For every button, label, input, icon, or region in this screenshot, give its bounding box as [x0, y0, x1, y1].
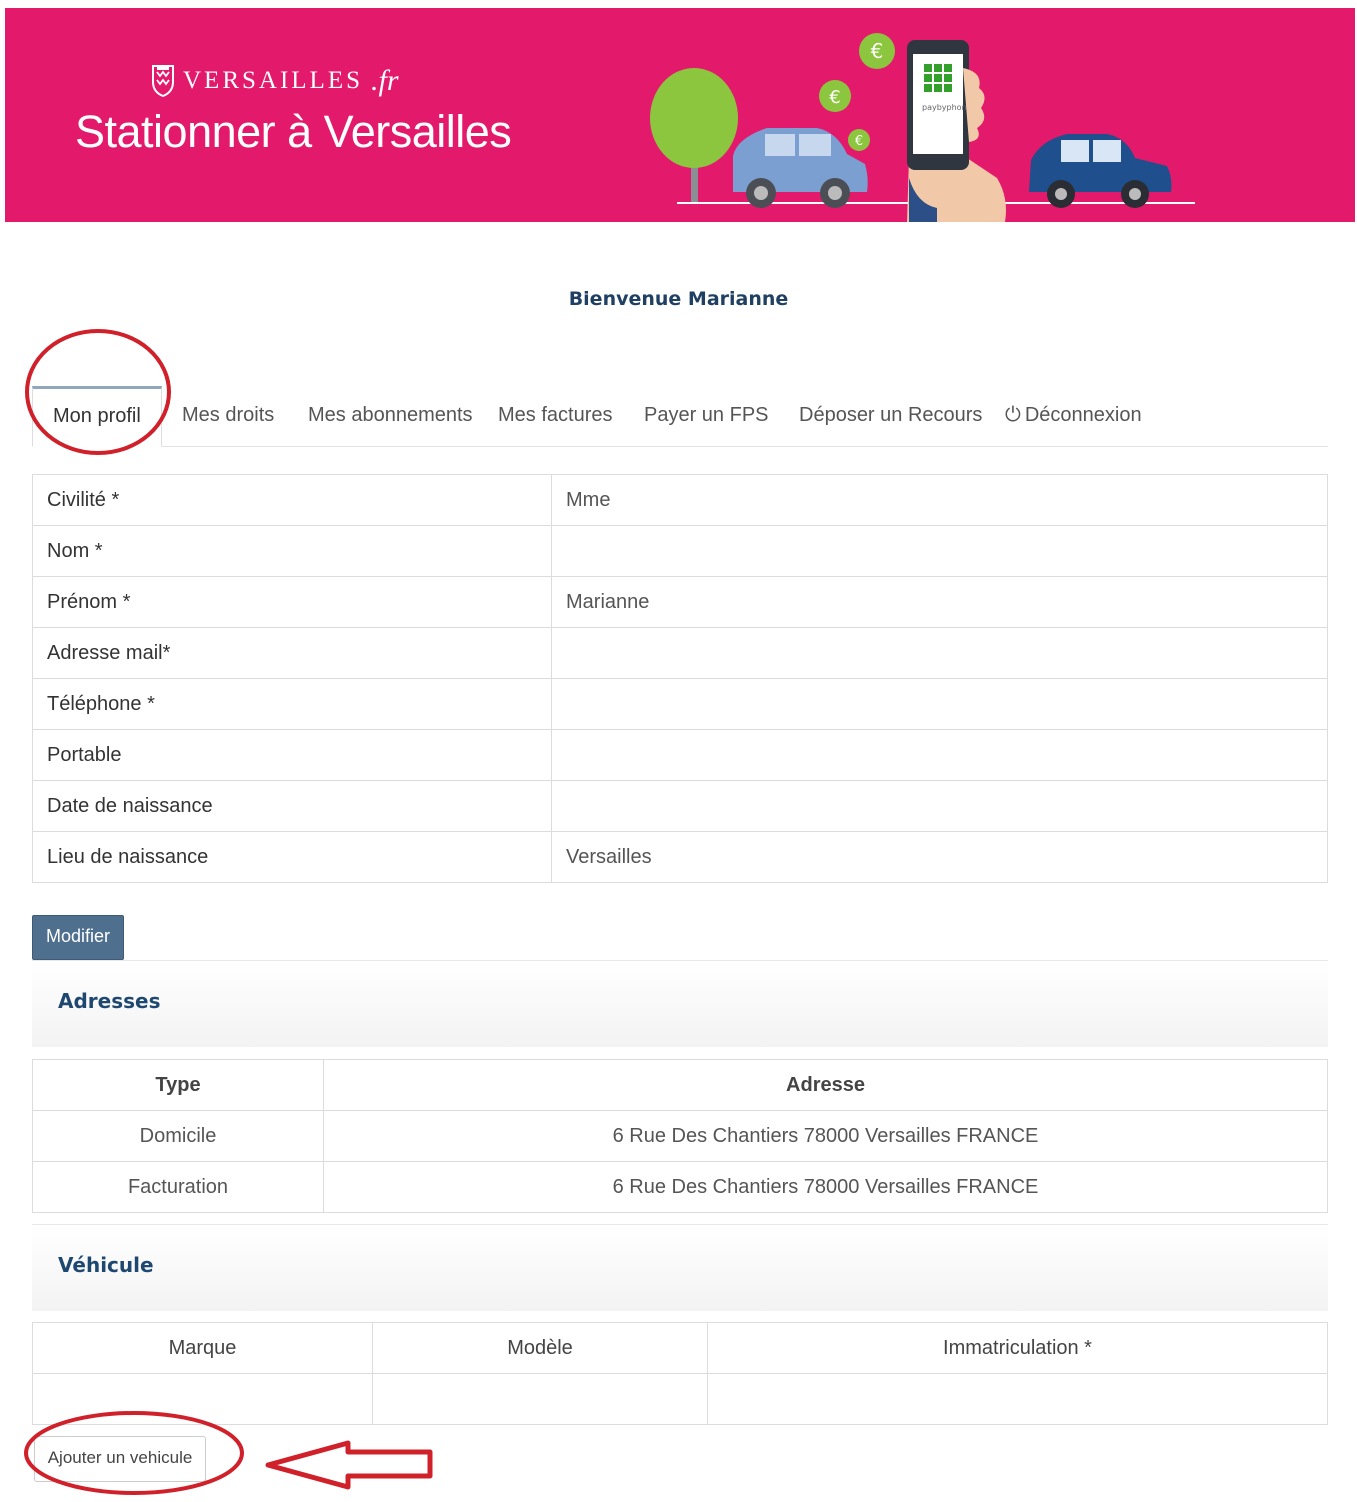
profile-table: Civilité * Mme Nom * Prénom * Marianne Adr… [32, 474, 1328, 883]
field-value [551, 729, 1328, 781]
table-row: Portable [32, 729, 1328, 781]
tab-mes-factures[interactable]: Mes factures [498, 386, 612, 446]
modify-button[interactable]: Modifier [32, 915, 124, 960]
header-banner: VERSAILLES .fr Stationner à Versailles € … [5, 8, 1355, 222]
field-label: Téléphone * [32, 678, 552, 730]
annotation-arrow-icon [265, 1440, 433, 1490]
column-header-type: Type [32, 1059, 324, 1111]
vehicle-brand [32, 1373, 373, 1425]
table-header-row: Type Adresse [32, 1059, 1328, 1111]
addresses-section-header: Adresses [32, 960, 1328, 1047]
address-type: Domicile [32, 1110, 324, 1162]
field-label: Lieu de naissance [32, 831, 552, 883]
deconnexion-label: Déconnexion [1024, 404, 1142, 426]
table-row: Date de naissance [32, 780, 1328, 832]
site-logo[interactable]: VERSAILLES .fr [151, 64, 399, 98]
table-row [32, 1373, 1328, 1425]
profile-tabs: Mon profil Mes droits Mes abonnements Me… [32, 386, 1328, 447]
field-value: Mme [551, 474, 1328, 526]
vehicle-title: Véhicule [58, 1253, 154, 1277]
svg-text:€: € [829, 87, 840, 108]
column-header-marque: Marque [32, 1322, 373, 1374]
table-row: Facturation 6 Rue Des Chantiers 78000 Ve… [32, 1161, 1328, 1213]
field-value: Marianne [551, 576, 1328, 628]
parking-illustration: € € € paybyphone [650, 33, 1195, 222]
tab-deconnexion[interactable]: ⏻ Déconnexion [1005, 386, 1142, 446]
tab-mes-droits[interactable]: Mes droits [182, 386, 274, 446]
field-value [551, 525, 1328, 577]
table-row: Lieu de naissance Versailles [32, 831, 1328, 883]
field-label: Civilité * [32, 474, 552, 526]
car-right-icon [1029, 134, 1172, 208]
field-label: Prénom * [32, 576, 552, 628]
column-header-modele: Modèle [372, 1322, 708, 1374]
addresses-title: Adresses [58, 989, 161, 1013]
svg-text:€: € [871, 39, 884, 63]
address-value: 6 Rue Des Chantiers 78000 Versailles FRA… [323, 1110, 1328, 1162]
field-label: Date de naissance [32, 780, 552, 832]
field-label: Portable [32, 729, 552, 781]
field-label: Nom * [32, 525, 552, 577]
logo-suffix: .fr [371, 64, 399, 97]
table-row: Téléphone * [32, 678, 1328, 730]
address-type: Facturation [32, 1161, 324, 1213]
addresses-table: Type Adresse Domicile 6 Rue Des Chantier… [32, 1059, 1328, 1213]
svg-text:paybyphone: paybyphone [922, 103, 972, 112]
site-title: Stationner à Versailles [75, 106, 512, 157]
coat-of-arms-icon [152, 65, 174, 98]
tree-icon [650, 68, 738, 202]
table-row: Domicile 6 Rue Des Chantiers 78000 Versa… [32, 1110, 1328, 1162]
phone-in-hand-icon: paybyphone [907, 40, 1006, 222]
field-value [551, 780, 1328, 832]
power-icon: ⏻ [1005, 404, 1021, 426]
svg-text:€: € [855, 134, 863, 149]
address-value: 6 Rue Des Chantiers 78000 Versailles FRA… [323, 1161, 1328, 1213]
field-value [551, 627, 1328, 679]
vehicles-table: Marque Modèle Immatriculation * [32, 1322, 1328, 1425]
tab-mon-profil[interactable]: Mon profil [32, 386, 162, 447]
logo-text: VERSAILLES [183, 67, 363, 94]
table-row: Civilité * Mme [32, 474, 1328, 526]
table-header-row: Marque Modèle Immatriculation * [32, 1322, 1328, 1374]
table-row: Nom * [32, 525, 1328, 577]
coin-icons: € € € [819, 33, 895, 151]
car-left-icon [733, 128, 868, 208]
tab-payer-fps[interactable]: Payer un FPS [644, 386, 769, 446]
welcome-message: Bienvenue Marianne [568, 288, 789, 310]
column-header-immatriculation: Immatriculation * [707, 1322, 1328, 1374]
column-header-adresse: Adresse [323, 1059, 1328, 1111]
table-row: Prénom * Marianne [32, 576, 1328, 628]
vehicle-model [372, 1373, 708, 1425]
table-row: Adresse mail* [32, 627, 1328, 679]
field-value [551, 678, 1328, 730]
add-vehicle-button[interactable]: Ajouter un vehicule [34, 1436, 206, 1482]
vehicle-section-header: Véhicule [32, 1224, 1328, 1311]
tab-mes-abonnements[interactable]: Mes abonnements [308, 386, 473, 446]
tab-deposer-recours[interactable]: Déposer un Recours [799, 386, 982, 446]
field-label: Adresse mail* [32, 627, 552, 679]
field-value: Versailles [551, 831, 1328, 883]
vehicle-plate [707, 1373, 1328, 1425]
